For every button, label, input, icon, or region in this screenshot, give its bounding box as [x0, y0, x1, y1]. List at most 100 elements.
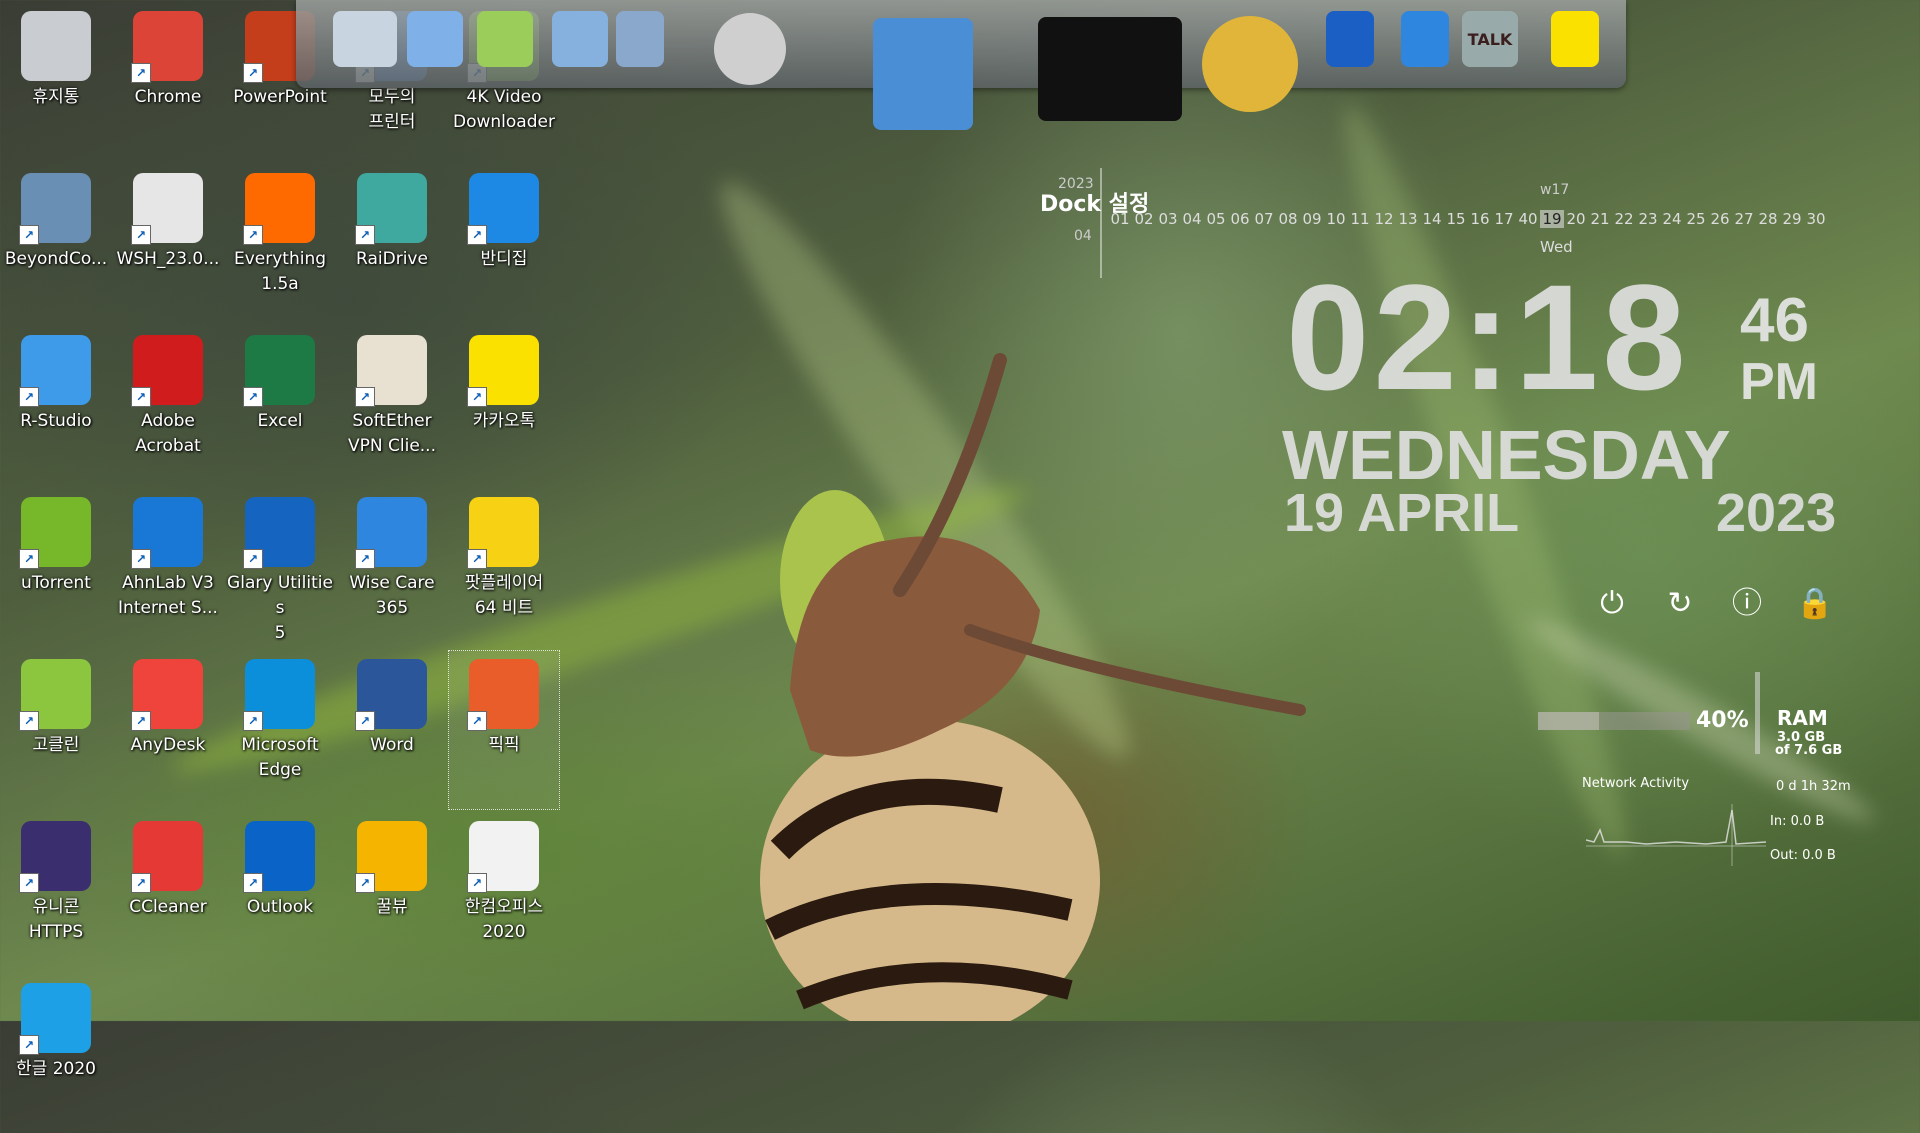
kakaotalk-icon: ↗: [467, 335, 539, 407]
desktop-icon[interactable]: ↗ 팟플레이어 64 비트: [449, 489, 559, 647]
shortcut-arrow-icon: ↗: [467, 549, 487, 569]
desktop-icon[interactable]: ↗ WSH_23.0...: [113, 165, 223, 323]
calendar-day[interactable]: 06: [1228, 210, 1252, 228]
desktop-icon[interactable]: ↗ CCleaner: [113, 813, 223, 971]
folder-icon[interactable]: [470, 4, 540, 74]
tshirt-icon-shape: [872, 18, 973, 130]
desktop-icon-label: 유니콘 HTTPS: [28, 897, 84, 942]
calendar-day[interactable]: 10: [1324, 210, 1348, 228]
calendar-day[interactable]: 02: [1132, 210, 1156, 228]
calendar-day[interactable]: 05: [1204, 210, 1228, 228]
calendar-day[interactable]: 07: [1252, 210, 1276, 228]
trash-icon[interactable]: [1545, 4, 1605, 74]
calendar-day[interactable]: 28: [1756, 210, 1780, 228]
desktop-icon[interactable]: ↗ Adobe Acrobat: [113, 327, 223, 485]
calendar-day[interactable]: 29: [1780, 210, 1804, 228]
calendar-day[interactable]: 22: [1612, 210, 1636, 228]
desktop-icon[interactable]: ↗ AnyDesk: [113, 651, 223, 809]
desktop-icon[interactable]: ↗ BeyondCo...: [1, 165, 111, 323]
calendar-day[interactable]: 21: [1588, 210, 1612, 228]
desktop-icon[interactable]: ↗ Chrome: [113, 3, 223, 161]
desktop-icon[interactable]: ↗ 한컴오피스 2020: [449, 813, 559, 971]
desktop-icon-label: 휴지통: [32, 87, 80, 107]
desktop-icon[interactable]: ↗ 한글 2020: [1, 975, 111, 1133]
desktop-icon-label: 반디집: [480, 249, 528, 269]
shortcut-arrow-icon: ↗: [243, 711, 263, 731]
calendar-day[interactable]: 11: [1348, 210, 1372, 228]
desktop-icon[interactable]: ↗ 픽픽: [448, 650, 560, 810]
desktop-icon[interactable]: ↗ SoftEther VPN Clie...: [337, 327, 447, 485]
desktop-icon-label: 팟플레이어 64 비트: [464, 573, 544, 618]
shortcut-arrow-icon: ↗: [19, 711, 39, 731]
calendar-day[interactable]: 15: [1444, 210, 1468, 228]
calendar-day[interactable]: 08: [1276, 210, 1300, 228]
desktop-icon[interactable]: ↗ Microsoft Edge: [225, 651, 335, 809]
network-printer-icon-shape: [333, 11, 397, 67]
vpn-icon: ↗: [355, 335, 427, 407]
calendar-day[interactable]: 17: [1492, 210, 1516, 228]
desktop-icon[interactable]: ↗ 고클린: [1, 651, 111, 809]
desktop-icon[interactable]: ↗ Everything 1.5a: [225, 165, 335, 323]
desktop-icon-label: 모두의 프린터: [368, 87, 416, 132]
calendar-day[interactable]: 04: [1180, 210, 1204, 228]
calendar-day[interactable]: 24: [1660, 210, 1684, 228]
wisecare-icon[interactable]: [1320, 4, 1380, 74]
hammer-icon[interactable]: [1020, 4, 1200, 134]
desktop-icon[interactable]: ↗ 반디집: [449, 165, 559, 323]
desktop-icon[interactable]: ↗ 카카오톡: [449, 327, 559, 485]
restart-icon[interactable]: ↻: [1660, 584, 1700, 624]
folder-icon[interactable]: [545, 4, 615, 74]
snail-wallpaper: [760, 353, 1306, 1021]
ram-label: RAM: [1777, 706, 1828, 730]
folder-icon[interactable]: [400, 4, 470, 74]
calendar-day[interactable]: 27: [1732, 210, 1756, 228]
calendar-day[interactable]: 30: [1804, 210, 1828, 228]
desktop-icon[interactable]: ↗ 꿀뷰: [337, 813, 447, 971]
recycle-r-icon[interactable]: [1395, 4, 1455, 74]
clock-year: 2023: [1716, 483, 1837, 543]
shortcut-arrow-icon: ↗: [355, 549, 375, 569]
desktop-icon-label: CCleaner: [129, 897, 207, 917]
calendar-day[interactable]: 25: [1684, 210, 1708, 228]
calendar-day[interactable]: 12: [1372, 210, 1396, 228]
calendar-day[interactable]: 20: [1564, 210, 1588, 228]
globe-icon[interactable]: [705, 4, 795, 94]
shortcut-arrow-icon: ↗: [355, 711, 375, 731]
desktop-icon[interactable]: ↗ Wise Care 365: [337, 489, 447, 647]
desktop-icon[interactable]: ↗ R-Studio: [1, 327, 111, 485]
rstudio-icon: ↗: [19, 335, 91, 407]
desktop-icon[interactable]: ↗ Excel: [225, 327, 335, 485]
calendar-day[interactable]: 40: [1516, 210, 1540, 228]
calendar-day[interactable]: 26: [1708, 210, 1732, 228]
calendar-day[interactable]: 13: [1396, 210, 1420, 228]
clock-time: 02:18: [1286, 253, 1690, 421]
desktop-icon[interactable]: ↗ Outlook: [225, 813, 335, 971]
desktop-icon[interactable]: ↗ Word: [337, 651, 447, 809]
calendar-day[interactable]: 01: [1108, 210, 1132, 228]
glary-icon[interactable]: [1190, 4, 1310, 124]
beyondcompare-icon: ↗: [19, 173, 91, 245]
power-icon[interactable]: ⏻: [1592, 584, 1632, 624]
calendar-day-today[interactable]: 19: [1540, 210, 1564, 228]
desktop-icon[interactable]: ↗ uTorrent: [1, 489, 111, 647]
desktop-icon[interactable]: ↗ Glary Utilities 5: [225, 489, 335, 647]
calendar-day[interactable]: 03: [1156, 210, 1180, 228]
desktop-icon[interactable]: ↗ 유니콘 HTTPS: [1, 813, 111, 971]
network-printer-icon[interactable]: [325, 4, 405, 74]
calendar-day[interactable]: 09: [1300, 210, 1324, 228]
calendar-day[interactable]: 23: [1636, 210, 1660, 228]
tshirt-icon[interactable]: [860, 4, 985, 144]
desktop-icon[interactable]: 휴지통: [1, 3, 111, 161]
tools-icon[interactable]: [610, 4, 670, 74]
calendar-day[interactable]: 16: [1468, 210, 1492, 228]
desktop-icon[interactable]: ↗ AhnLab V3 Internet S...: [113, 489, 223, 647]
calendar-day[interactable]: 14: [1420, 210, 1444, 228]
desktop-icon[interactable]: ↗ RaiDrive: [337, 165, 447, 323]
lock-icon[interactable]: 🔒: [1795, 584, 1835, 624]
clock-ampm: PM: [1740, 353, 1818, 411]
kakaotalk-icon[interactable]: TALK: [1455, 4, 1525, 74]
shutdown-icon[interactable]: ⓘ: [1727, 584, 1767, 624]
shortcut-arrow-icon: ↗: [19, 1035, 39, 1055]
shortcut-arrow-icon: ↗: [243, 225, 263, 245]
calendar-week: w17: [1540, 182, 1570, 198]
